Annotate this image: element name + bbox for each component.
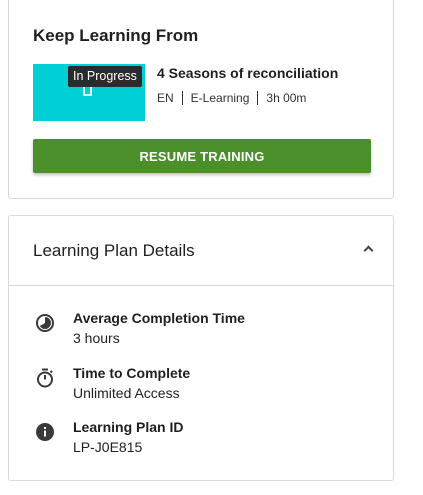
learning-plan-details-card: Learning Plan Details Average Completion… (8, 215, 394, 481)
detail-label: Time to Complete (73, 365, 191, 381)
course-title[interactable]: 4 Seasons of reconciliation (157, 65, 338, 81)
chevron-up-icon[interactable] (363, 245, 374, 256)
detail-item-average-completion: Average Completion Time 3 hours (33, 310, 373, 350)
detail-label: Learning Plan ID (73, 419, 184, 435)
course-thumbnail[interactable]: In Progress (33, 64, 145, 121)
course-duration: 3h 00m (266, 91, 307, 105)
detail-value: 3 hours (73, 330, 120, 346)
detail-item-plan-id: Learning Plan ID LP-J0E815 (33, 419, 373, 459)
resume-training-button[interactable]: RESUME TRAINING (33, 139, 371, 173)
keep-learning-title: Keep Learning From (33, 26, 199, 45)
meta-divider (257, 91, 259, 105)
detail-value: Unlimited Access (73, 385, 180, 401)
keep-learning-card: Keep Learning From In Progress 4 Seasons… (8, 0, 394, 199)
course-meta: EN E-Learning 3h 00m (157, 91, 306, 105)
detail-item-time-to-complete: Time to Complete Unlimited Access (33, 365, 373, 405)
course-language: EN (157, 91, 174, 105)
detail-value: LP-J0E815 (73, 439, 143, 455)
status-badge: In Progress (68, 66, 142, 87)
detail-label: Average Completion Time (73, 310, 245, 326)
course-type: E-Learning (190, 91, 250, 105)
stopwatch-icon (35, 368, 55, 388)
plan-details-header[interactable]: Learning Plan Details (9, 216, 393, 286)
info-icon (35, 422, 55, 442)
meta-divider (181, 91, 183, 105)
plan-details-title: Learning Plan Details (33, 241, 195, 260)
pie-clock-icon (35, 313, 55, 333)
